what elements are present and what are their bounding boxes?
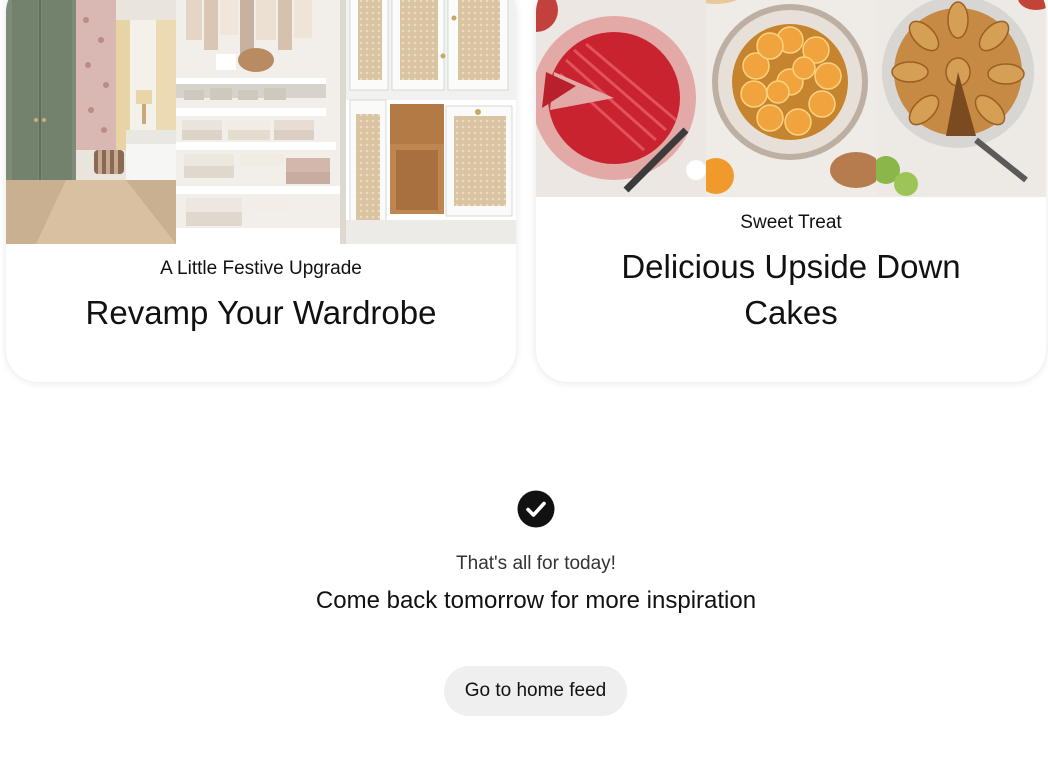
collage-image-bedroom [6, 0, 176, 244]
end-message-line2: Come back tomorrow for more inspiration [315, 587, 757, 614]
collage-image-closet [176, 0, 346, 244]
collage-image-cabinets [346, 0, 516, 244]
end-message-line1: That's all for today! [456, 553, 616, 574]
collage-image-orange-cake [706, 0, 876, 197]
card-subtitle: Sweet Treat [740, 212, 842, 233]
collage-image-rhubarb-cake [536, 0, 706, 197]
card-image-collage [6, 0, 516, 244]
end-of-feed-message: That's all for today! Come back tomorrow… [0, 490, 1048, 617]
card-text-block: Sweet Treat Delicious Upside Down Cakes [536, 210, 1046, 336]
story-card-wardrobe[interactable]: A Little Festive Upgrade Revamp Your War… [6, 0, 516, 382]
checkmark-circle-icon [517, 490, 555, 528]
card-image-collage [536, 0, 1046, 197]
card-title: Revamp Your Wardrobe [85, 294, 437, 331]
story-card-upside-down-cakes[interactable]: Sweet Treat Delicious Upside Down Cakes [536, 0, 1046, 382]
today-cards-row: A Little Festive Upgrade Revamp Your War… [6, 0, 1046, 384]
card-title: Delicious Upside Down Cakes [621, 248, 961, 331]
card-text-block: A Little Festive Upgrade Revamp Your War… [6, 256, 516, 336]
collage-image-pear-cake [876, 0, 1046, 197]
card-subtitle: A Little Festive Upgrade [160, 258, 362, 279]
go-to-home-feed-button[interactable]: Go to home feed [444, 666, 627, 716]
